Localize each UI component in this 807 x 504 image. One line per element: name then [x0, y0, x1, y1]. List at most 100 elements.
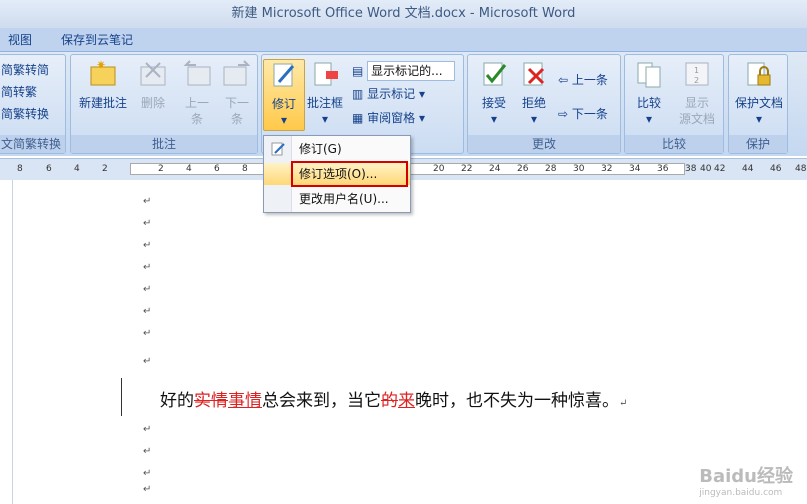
- paragraph-mark: ↵: [619, 398, 628, 409]
- ruler-tick: 34: [629, 164, 641, 174]
- reject-icon: [523, 62, 545, 86]
- compare-label: 比较: [636, 96, 661, 110]
- ruler-tick: 22: [461, 164, 473, 174]
- simp-to-trad[interactable]: 简转繁: [1, 83, 37, 101]
- ruler-tick: 38: [685, 164, 697, 174]
- ruler-tick: 2: [158, 164, 164, 174]
- menu-item-track-changes[interactable]: 修订(G): [264, 138, 410, 160]
- delete-label: 删除: [140, 96, 165, 110]
- protect-label: 保护文档: [734, 96, 783, 110]
- next-change-button[interactable]: ⇨ 下一条: [558, 105, 608, 123]
- compare-button[interactable]: 比较 ▾: [625, 59, 673, 127]
- next-change-icon: ⇨: [558, 107, 569, 121]
- simp-trad-convert[interactable]: 简繁转换: [1, 105, 49, 123]
- tab-view[interactable]: 视图: [8, 28, 32, 52]
- group-protect: 保护文档 ▾ 保护: [728, 54, 788, 154]
- delete-comment-button[interactable]: 删除: [129, 59, 177, 111]
- paragraph-mark: ↵: [143, 240, 152, 251]
- next-label-2: 条: [230, 112, 243, 126]
- track-changes-button[interactable]: 修订 ▾: [263, 59, 305, 131]
- ruler-tick: 6: [46, 164, 52, 174]
- show-markup-icon: ▥: [352, 87, 364, 101]
- markup-dropdown[interactable]: ▤ 显示标记的...: [352, 61, 456, 81]
- group-title: 比较: [625, 135, 723, 153]
- group-changes: 接受 ▾ 拒绝 ▾ ⇦ 上一条 ⇨ 下一条 更改: [467, 54, 621, 154]
- track-label: 修订: [271, 97, 296, 111]
- paragraph-mark: ↵: [143, 306, 152, 317]
- menu-item-change-username[interactable]: 更改用户名(U)...: [264, 188, 410, 210]
- ruler-tick: 4: [74, 164, 80, 174]
- paragraph-mark: ↵: [143, 196, 152, 207]
- ruler-tick: 4: [186, 164, 192, 174]
- accept-icon: [483, 62, 507, 86]
- deleted-text: 的: [381, 391, 398, 411]
- ruler-tick: 36: [657, 164, 669, 174]
- new-comment-icon: ✷: [90, 58, 116, 86]
- paragraph-mark: ↵: [143, 468, 152, 479]
- group-chinese-conversion: 简繁转简 简转繁 简繁转换 文简繁转换: [0, 54, 66, 154]
- paragraph-mark: ↵: [143, 262, 152, 273]
- text-segment: 好的: [160, 391, 194, 411]
- document-text-line[interactable]: 好的实情事情总会来到，当它的来晚时，也不失为一种惊喜。↵: [160, 386, 627, 411]
- reject-button[interactable]: 拒绝 ▾: [510, 59, 558, 127]
- group-title: 批注: [71, 135, 257, 153]
- change-bar: [121, 378, 122, 416]
- review-pane-icon: ▦: [352, 111, 364, 125]
- watermark-text: Baidu经验: [699, 466, 793, 487]
- track-changes-menu: 修订(G) 修订选项(O)... 更改用户名(U)...: [263, 135, 411, 213]
- paragraph-mark: ↵: [143, 424, 152, 435]
- deleted-text: 实情: [194, 391, 228, 411]
- chevron-down-icon: ▾: [755, 112, 763, 126]
- ruler-tick: 8: [17, 164, 23, 174]
- simp-trad-to-simp[interactable]: 简繁转简: [1, 61, 49, 79]
- inserted-text: 来: [398, 391, 415, 411]
- menu-tabs: 视图 保存到云笔记: [0, 28, 807, 52]
- ruler-tick: 20: [433, 164, 445, 174]
- review-pane-label: 审阅窗格: [367, 111, 416, 125]
- ruler-tick: 8: [242, 164, 248, 174]
- balloons-label: 批注框: [306, 96, 343, 110]
- text-segment: 晚时，也不失为一种惊喜。: [415, 391, 619, 411]
- chevron-down-icon: ▾: [321, 112, 329, 126]
- group-compare: 比较 ▾ 12 显示 源文档 比较: [624, 54, 724, 154]
- markup-value: 显示标记的...: [367, 61, 456, 81]
- document-page[interactable]: ↵ ↵ ↵ ↵ ↵ ↵ ↵ ↵ ↵ ↵ ↵ ↵: [12, 180, 807, 504]
- ruler-tick: 28: [545, 164, 557, 174]
- paragraph-mark: ↵: [143, 218, 152, 229]
- balloons-button[interactable]: 批注框 ▾: [304, 59, 346, 127]
- chevron-down-icon: ▾: [645, 112, 653, 126]
- prev-change-button[interactable]: ⇦ 上一条: [558, 71, 608, 89]
- new-comment-button[interactable]: ✷ 新建批注: [75, 58, 131, 111]
- prev-change-icon: ⇦: [558, 73, 569, 87]
- track-changes-icon: [271, 142, 285, 156]
- next-comment-icon: [223, 60, 251, 86]
- next-comment-button[interactable]: 下一 条: [213, 59, 261, 127]
- protect-document-button[interactable]: 保护文档 ▾: [731, 59, 787, 127]
- svg-text:✷: ✷: [96, 59, 106, 72]
- ruler-tick: 44: [742, 164, 754, 174]
- show-source-icon: 12: [685, 62, 709, 86]
- ruler-tick: 24: [489, 164, 501, 174]
- tab-save-cloud[interactable]: 保存到云笔记: [61, 28, 133, 52]
- group-title: 更改: [468, 135, 620, 153]
- new-comment-label: 新建批注: [78, 96, 127, 110]
- show-markup-button[interactable]: ▥ 显示标记 ▾: [352, 85, 425, 103]
- review-pane-button[interactable]: ▦ 审阅窗格 ▾: [352, 109, 425, 127]
- window-title: 新建 Microsoft Office Word 文档.docx - Micro…: [0, 0, 807, 28]
- delete-comment-icon: [140, 62, 166, 86]
- ruler-tick: 42: [714, 164, 726, 174]
- ruler-tick: 40: [700, 164, 712, 174]
- ruler-tick: 32: [601, 164, 613, 174]
- track-changes-icon: [273, 63, 295, 87]
- paragraph-mark: ↵: [143, 446, 152, 457]
- chevron-down-icon: ▾: [280, 113, 288, 127]
- show-source-button[interactable]: 12 显示 源文档: [671, 59, 723, 127]
- ruler-tick: 48: [795, 164, 807, 174]
- prev-comment-icon: [183, 60, 211, 86]
- show-label-2: 源文档: [678, 112, 715, 126]
- paragraph-mark: ↵: [143, 328, 152, 339]
- ruler-tick: 30: [573, 164, 585, 174]
- show-label-1: 显示: [684, 96, 709, 110]
- watermark: Baidu经验 jingyan.baidu.com: [699, 462, 793, 498]
- prev-change-label: 上一条: [571, 73, 608, 87]
